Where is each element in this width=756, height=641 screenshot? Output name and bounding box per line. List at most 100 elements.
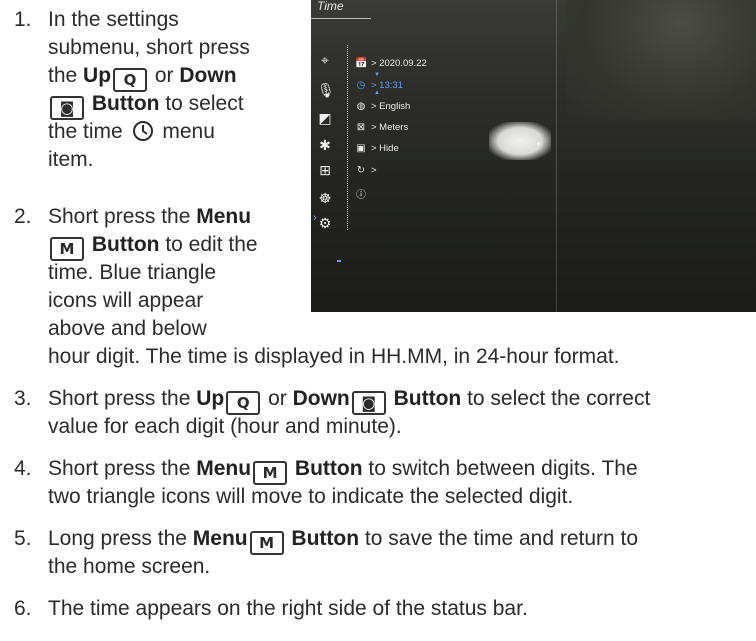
- step-number: 1.: [14, 8, 32, 31]
- step-number: 4.: [14, 457, 32, 480]
- step-text-line: above and below: [48, 315, 207, 343]
- step-text-line: item.: [48, 146, 94, 174]
- menu-title: Time: [317, 0, 344, 13]
- down-triangle-icon: ▲: [374, 90, 380, 96]
- text-span: the: [48, 64, 84, 87]
- submenu-item-label: > English: [371, 101, 411, 112]
- device-screenshot: Time ⌖ 🎙 ◩ ✱ ⊞ ☸ ⚙ 📅 > 2020.09.22 ◷ > 13:31 ◍ > Eng…: [311, 0, 756, 312]
- submenu-item: ⓘ: [355, 186, 371, 201]
- step-text-line: two triangle icons will move to indicate…: [48, 483, 573, 511]
- step-text-line: ◙ Button to select: [48, 90, 244, 120]
- button-key-icon: Q: [226, 391, 261, 415]
- text-span: Short press the: [48, 457, 197, 480]
- text-span: to save the time and return to: [359, 527, 639, 550]
- submenu-item: ◍ > English: [355, 101, 411, 112]
- bold-term: Down: [179, 64, 237, 87]
- step-number: 5.: [14, 527, 32, 550]
- text-span: submenu, short press: [48, 36, 250, 59]
- text-span: icons will appear: [48, 289, 204, 312]
- submenu-item-icon: ◷: [356, 80, 366, 91]
- bold-term: Menu: [196, 205, 252, 228]
- bold-term: Button: [387, 387, 462, 410]
- step-number: 2.: [14, 205, 32, 228]
- text-span: or: [262, 387, 293, 410]
- text-span: to select the correct: [461, 387, 651, 410]
- button-key-icon: M: [253, 461, 288, 485]
- submenu-item-icon: ⊠: [356, 122, 366, 133]
- step-text-line: Long press the Menu M Button to save the …: [48, 525, 638, 555]
- button-key-icon: ◙: [50, 96, 84, 120]
- submenu-item-icon: ⓘ: [356, 190, 366, 201]
- text-span: time. Blue triangle: [48, 261, 217, 284]
- text-span: to switch between digits. The: [362, 457, 638, 480]
- bold-term: Button: [285, 527, 360, 550]
- submenu-item-icon: ◍: [356, 101, 366, 112]
- text-span: to select: [159, 92, 244, 115]
- button-key-icon: ◙: [351, 391, 386, 415]
- step-text-line: icons will appear: [48, 287, 203, 315]
- bold-term: Up: [83, 64, 112, 87]
- side-menu-icon: ⚙: [318, 215, 332, 231]
- step-text-line: the home screen.: [48, 553, 210, 581]
- selected-arrow-icon: ›: [313, 212, 317, 224]
- step-text-line: time. Blue triangle: [48, 259, 216, 287]
- thermal-boar-image: [489, 122, 551, 160]
- side-menu-icon: 🎙: [317, 82, 335, 98]
- text-span: two triangle icons will move to indicate…: [48, 485, 574, 508]
- step-text-line: the time menu: [48, 118, 215, 146]
- submenu-item-label: >: [371, 165, 377, 176]
- text-span: value for each digit (hour and minute).: [48, 415, 402, 438]
- vertical-guide-line: [556, 0, 557, 312]
- side-menu-icon: ⌖: [321, 52, 329, 68]
- submenu-item-label: > 2020.09.22: [371, 58, 427, 69]
- submenu-item: ⊠ > Meters: [355, 122, 408, 133]
- step-number: 6.: [14, 597, 32, 620]
- step-text-line: Short press the Menu M Button to switch b…: [48, 455, 638, 485]
- submenu-item-icon: ▣: [356, 143, 366, 154]
- background-foliage: [566, 0, 756, 120]
- submenu-item-icon: 📅: [355, 58, 368, 69]
- step-text-line: M Button to edit the: [48, 231, 258, 261]
- submenu-item-label: > Meters: [371, 122, 409, 133]
- bold-term: Button: [86, 233, 160, 256]
- reticle-icon: +: [536, 139, 542, 149]
- menu-divider: [347, 45, 348, 230]
- bold-term: Button: [86, 92, 160, 115]
- up-triangle-icon: ▼: [374, 72, 380, 78]
- step-text-line: In the settings: [48, 6, 179, 34]
- text-span: or: [149, 64, 180, 87]
- side-menu-icon: ◩: [318, 110, 332, 126]
- clock-icon: [132, 121, 153, 141]
- text-span: to edit the: [159, 233, 258, 256]
- submenu-item-icon: ↻: [356, 165, 366, 176]
- button-key-icon: M: [50, 237, 84, 261]
- text-span: above and below: [48, 317, 207, 340]
- text-span: The time appears on the right side of th…: [48, 597, 528, 620]
- step-text-line: value for each digit (hour and minute).: [48, 413, 402, 441]
- button-key-icon: Q: [113, 68, 148, 92]
- text-span: Long press the: [48, 527, 193, 550]
- step-number: 3.: [14, 387, 32, 410]
- step-text-line: The time appears on the right side of th…: [48, 595, 528, 623]
- text-span: Short press the: [48, 205, 197, 228]
- side-menu-icon: ✱: [319, 137, 331, 153]
- bold-term: Button: [289, 457, 363, 480]
- text-span: the home screen.: [48, 555, 211, 578]
- step-text-line: submenu, short press: [48, 34, 250, 62]
- step-text-line: Short press the Menu: [48, 203, 251, 231]
- text-span: menu: [156, 120, 215, 143]
- submenu-item: ▣ > Hide: [355, 143, 398, 154]
- step-text-line: the Up Q or Down: [48, 62, 237, 92]
- bold-term: Up: [196, 387, 225, 410]
- bold-term: Menu: [192, 527, 248, 550]
- step-text-line: Short press the Up Q or Down ◙ Button to s…: [48, 385, 650, 415]
- text-span: the time: [48, 120, 129, 143]
- text-span: Short press the: [48, 387, 197, 410]
- text-span: item.: [48, 148, 94, 171]
- bold-term: Menu: [196, 457, 252, 480]
- submenu-item: 📅 > 2020.09.22: [355, 58, 427, 69]
- menu-title-underline: [311, 18, 371, 19]
- bold-term: Down: [292, 387, 350, 410]
- side-menu-icon: ☸: [318, 190, 332, 206]
- page-indicator: [337, 260, 341, 262]
